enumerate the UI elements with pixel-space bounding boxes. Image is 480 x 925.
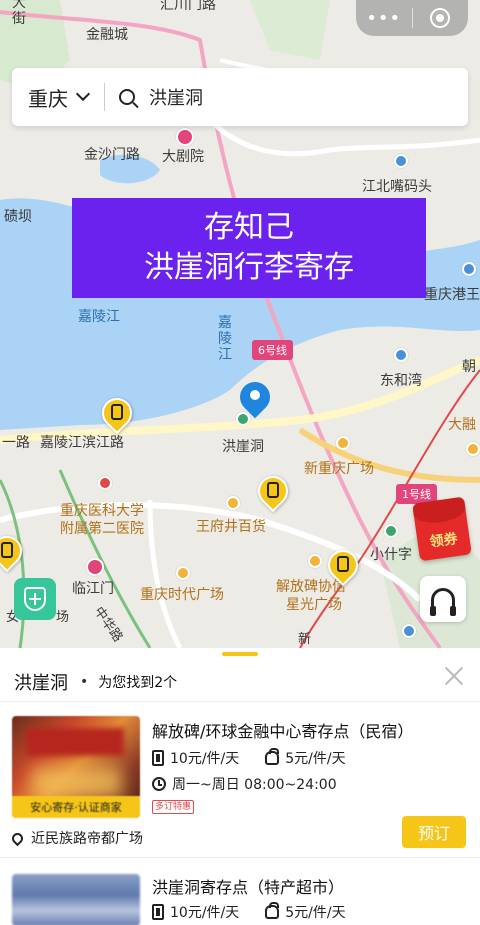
map-label-jinrongcheng: 金融城 <box>86 27 128 43</box>
hours-row: 周一~周日 08:00~24:00 <box>152 774 337 794</box>
map-label-shidai: 重庆时代广场 <box>140 587 224 603</box>
list-item[interactable]: 洪崖洞寄存点（特产超市） 10元/件/天 5元/件/天 <box>0 866 480 925</box>
map-label-dongshuimen: 东和湾 <box>380 373 422 389</box>
pier-icon-2 <box>462 262 476 276</box>
storage-marker[interactable] <box>95 391 139 436</box>
backpack-icon <box>265 902 280 919</box>
search-input[interactable]: 洪崖洞 <box>105 68 468 126</box>
mall-icon-2 <box>466 442 480 456</box>
map-label-wangfujing: 王府井百货 <box>196 519 266 535</box>
map-label-jiefangbei2: 星光广场 <box>286 597 342 613</box>
store-photo <box>12 874 140 925</box>
storage-marker[interactable] <box>321 543 365 588</box>
map-label-top2: 大 <box>12 0 26 11</box>
map-label-chao: 朝 <box>462 359 476 375</box>
building-icon <box>394 348 408 362</box>
map-label-top3: 汇川门路 <box>160 0 216 13</box>
chevron-down-icon <box>75 86 91 102</box>
location-pin-icon[interactable] <box>233 375 277 422</box>
insurance-shield-button[interactable] <box>14 578 56 620</box>
metro-station-icon-3 <box>86 558 104 576</box>
suitcase-icon <box>152 904 164 920</box>
results-header: 洪崖洞 • 为您找到2个 <box>0 662 480 702</box>
mall-icon <box>336 436 350 450</box>
banner-line2: 洪崖洞行李寄存 <box>144 250 354 285</box>
clock-icon <box>152 777 166 791</box>
store-photo: 安心寄存·认证商家 <box>12 716 140 818</box>
map-label-darong: 大融 <box>448 417 476 433</box>
location-icon <box>9 830 26 846</box>
store-title: 洪崖洞寄存点（特产超市） <box>152 878 345 897</box>
map-label-jinshamenlu: 金沙门路 <box>84 147 140 163</box>
price-suitcase: 10元/件/天 <box>170 905 240 921</box>
metro-station-icon-2 <box>384 524 398 538</box>
search-bar: 重庆 洪崖洞 <box>12 68 468 126</box>
map-label-chongqinggang: 重庆港王 <box>424 287 480 303</box>
opening-hours: 周一~周日 08:00~24:00 <box>172 777 337 793</box>
banner-line1: 存知己 <box>204 210 294 245</box>
store-title: 解放碑/环球金融中心寄存点（民宿） <box>152 722 414 741</box>
map-label-xin: 新 <box>298 632 312 647</box>
search-query: 洪崖洞 <box>149 88 203 109</box>
map-label-lu: 一路 <box>2 435 30 451</box>
backpack-icon <box>265 748 280 765</box>
map-label-xiaoshizi: 小什字 <box>370 547 412 563</box>
map-label-hongyadong: 洪崖洞 <box>222 439 264 455</box>
storage-marker[interactable] <box>0 529 29 574</box>
map-label-daju: 大剧院 <box>162 149 204 165</box>
map-label-jialingjiang: 嘉陵江 <box>78 309 120 325</box>
book-button[interactable]: 预订 <box>402 816 466 848</box>
mini-program-capsule: ••• <box>356 0 468 36</box>
metro-station-icon <box>176 128 194 146</box>
search-icon <box>119 89 135 105</box>
results-sheet: 洪崖洞 • 为您找到2个 安心寄存·认证商家 解放碑/环球金融中心寄存点（民宿）… <box>0 648 480 925</box>
storage-marker[interactable] <box>251 469 295 514</box>
address-row: 近民族路帝都广场 <box>9 828 143 848</box>
store-icon <box>226 496 240 510</box>
promo-tag: 多订特惠 <box>152 800 195 814</box>
price-row: 10元/件/天 5元/件/天 <box>152 748 346 768</box>
promo-banner: 存知己 洪崖洞行李寄存 <box>72 198 426 298</box>
plaza-icon-2 <box>308 554 322 568</box>
results-bullet: • <box>80 673 89 690</box>
coupon-button[interactable]: 领券 <box>412 496 472 562</box>
metro-line-6-badge: 6号线 <box>252 340 293 360</box>
more-icon[interactable]: ••• <box>356 0 412 36</box>
close-miniprogram-icon[interactable] <box>412 0 468 36</box>
coupon-label: 领券 <box>428 531 459 551</box>
city-label: 重庆 <box>28 86 68 111</box>
plaza-icon <box>176 566 190 580</box>
map-label-jialing-v3: 江 <box>218 347 232 363</box>
map-label-linjiangmen: 临江门 <box>72 581 114 597</box>
map-label-hospital2: 附属第二医院 <box>60 521 144 537</box>
map-label-chang: 场 <box>56 610 70 625</box>
price-suitcase: 10元/件/天 <box>170 751 240 767</box>
city-selector[interactable]: 重庆 <box>12 68 104 126</box>
map-label-jiangbeizui: 江北嘴码头 <box>362 179 432 195</box>
list-item[interactable]: 安心寄存·认证商家 解放碑/环球金融中心寄存点（民宿） 10元/件/天 5元/件… <box>0 710 480 858</box>
building-icon-2 <box>402 624 416 638</box>
results-keyword: 洪崖洞 <box>14 672 68 694</box>
shield-icon <box>24 587 46 611</box>
sheet-drag-handle[interactable] <box>222 652 258 656</box>
map-label-xinchongqing: 新重庆广场 <box>304 461 374 477</box>
map-label-hospital1: 重庆医科大学 <box>60 503 144 519</box>
store-address: 近民族路帝都广场 <box>31 831 143 847</box>
hospital-icon <box>98 476 112 490</box>
headset-icon <box>430 588 456 616</box>
verified-badge: 安心寄存·认证商家 <box>12 796 140 818</box>
price-bag: 5元/件/天 <box>285 751 346 767</box>
close-icon[interactable] <box>444 666 464 686</box>
pier-icon <box>394 154 408 168</box>
map-label-qiba: 碛坝 <box>4 209 32 225</box>
price-bag: 5元/件/天 <box>285 905 346 921</box>
price-row: 10元/件/天 5元/件/天 <box>152 902 346 922</box>
suitcase-icon <box>152 750 164 766</box>
results-count: 为您找到2个 <box>98 674 178 691</box>
customer-service-button[interactable] <box>420 576 466 622</box>
